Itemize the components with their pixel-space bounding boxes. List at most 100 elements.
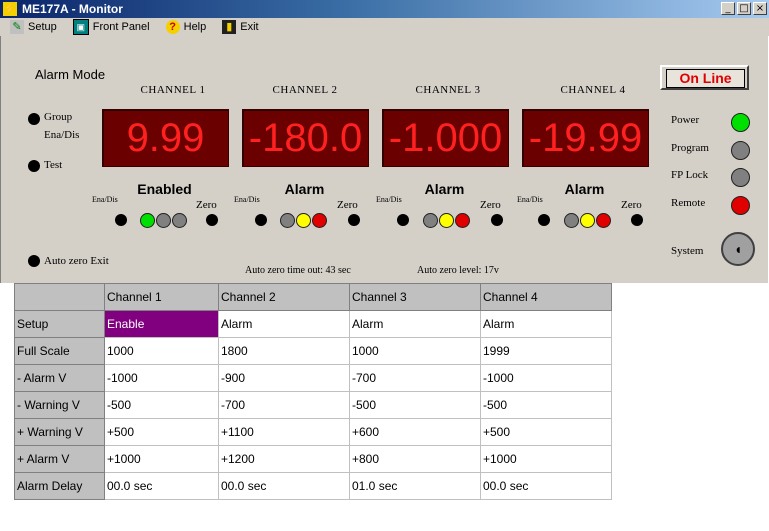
table-cell[interactable]: 1000 (349, 337, 481, 365)
table-row: Full Scale 1000 1800 1000 1999 (14, 337, 612, 365)
channel-settings-area: Channel 1 Channel 2 Channel 3 Channel 4 … (0, 283, 769, 531)
remote-led (731, 196, 750, 215)
row-header[interactable]: Setup (14, 310, 105, 338)
menu-bar: ✎ Setup ▣ Front Panel ? Help ▮ Exit (0, 18, 769, 36)
table-cell[interactable]: 1800 (218, 337, 350, 365)
channel-3-zero-button[interactable] (491, 214, 503, 226)
table-cell[interactable]: Alarm (480, 310, 612, 338)
test-button[interactable] (28, 160, 40, 172)
front-panel: Alarm Mode CHANNEL 1 CHANNEL 2 CHANNEL 3… (0, 36, 768, 283)
auto-zero-level: Auto zero level: 17v (417, 265, 499, 276)
channel-2-display: -180.0 (242, 109, 369, 167)
column-header[interactable]: Channel 3 (349, 283, 481, 311)
channel-4-led-2 (580, 213, 595, 228)
help-icon: ? (165, 20, 180, 34)
menu-front-panel-label: Front Panel (92, 21, 150, 33)
table-cell[interactable]: -700 (218, 391, 350, 419)
row-header[interactable]: + Warning V (14, 418, 105, 446)
table-cell[interactable]: +600 (349, 418, 481, 446)
row-header[interactable]: Full Scale (14, 337, 105, 365)
maximize-button[interactable]: □ (737, 2, 751, 15)
channel-3-ena-dis-button[interactable] (397, 214, 409, 226)
channel-2-zero-button[interactable] (348, 214, 360, 226)
group-ena-dis-button[interactable] (28, 113, 40, 125)
table-cell[interactable]: +1100 (218, 418, 350, 446)
channel-4-zero-label: Zero (621, 199, 642, 211)
minimize-button[interactable]: _ (721, 2, 735, 15)
online-button[interactable]: On Line (660, 65, 749, 90)
menu-exit-label: Exit (240, 21, 259, 33)
channel-1-zero-label: Zero (196, 199, 217, 211)
table-corner-header (14, 283, 105, 311)
table-cell[interactable]: +1200 (218, 445, 350, 473)
table-cell[interactable]: 1999 (480, 337, 612, 365)
ena-dis-label: Ena/Dis (44, 129, 80, 141)
channel-2-zero-label: Zero (337, 199, 358, 211)
channel-2-ena-dis-button[interactable] (255, 214, 267, 226)
channel-2-ena-dis-label: Ena/Dis (234, 195, 260, 204)
table-cell[interactable]: -500 (349, 391, 481, 419)
row-header[interactable]: + Alarm V (14, 445, 105, 473)
menu-setup[interactable]: ✎ Setup (10, 20, 57, 34)
table-header-row: Channel 1 Channel 2 Channel 3 Channel 4 (14, 283, 612, 311)
channel-2-header: CHANNEL 2 (272, 84, 338, 96)
table-cell[interactable]: Enable (104, 310, 219, 338)
table-cell[interactable]: 00.0 sec (104, 472, 219, 500)
row-header[interactable]: - Alarm V (14, 364, 105, 392)
channel-3-display: -1.000 (382, 109, 509, 167)
program-label: Program (671, 142, 709, 154)
fp-lock-label: FP Lock (671, 169, 709, 181)
menu-exit[interactable]: ▮ Exit (222, 20, 259, 34)
channel-2-led-2 (296, 213, 311, 228)
window-controls: _ □ × (719, 2, 767, 15)
table-cell[interactable]: +1000 (480, 445, 612, 473)
table-cell[interactable]: Alarm (349, 310, 481, 338)
table-row: + Warning V +500 +1100 +600 +500 (14, 418, 612, 446)
column-header[interactable]: Channel 1 (104, 283, 219, 311)
menu-setup-label: Setup (28, 21, 57, 33)
row-header[interactable]: Alarm Delay (14, 472, 105, 500)
table-cell[interactable]: +1000 (104, 445, 219, 473)
column-header[interactable]: Channel 2 (218, 283, 350, 311)
system-label: System (671, 245, 704, 257)
table-cell[interactable]: +500 (480, 418, 612, 446)
table-cell[interactable]: -1000 (480, 364, 612, 392)
table-cell[interactable]: +500 (104, 418, 219, 446)
channel-1-ena-dis-button[interactable] (115, 214, 127, 226)
channel-4-led-1 (564, 213, 579, 228)
table-cell[interactable]: +800 (349, 445, 481, 473)
table-cell[interactable]: 1000 (104, 337, 219, 365)
table-cell[interactable]: 01.0 sec (349, 472, 481, 500)
alarm-mode-label: Alarm Mode (35, 67, 106, 82)
front-panel-icon: ▣ (72, 19, 89, 35)
channel-3-ena-dis-label: Ena/Dis (376, 195, 402, 204)
fp-lock-led (731, 168, 750, 187)
table-cell[interactable]: -700 (349, 364, 481, 392)
table-cell[interactable]: -1000 (104, 364, 219, 392)
channel-4-led-3 (596, 213, 611, 228)
remote-label: Remote (671, 197, 706, 209)
table-cell[interactable]: -900 (218, 364, 350, 392)
channel-1-header: CHANNEL 1 (140, 84, 206, 96)
auto-zero-exit-button[interactable] (28, 255, 40, 267)
channel-1-zero-button[interactable] (206, 214, 218, 226)
close-button[interactable]: × (753, 2, 767, 15)
menu-help[interactable]: ? Help (165, 20, 206, 34)
channel-3-led-3 (455, 213, 470, 228)
channel-1-state: Enabled (137, 181, 192, 197)
table-cell[interactable]: -500 (104, 391, 219, 419)
test-label: Test (44, 159, 63, 171)
online-button-label: On Line (666, 69, 745, 88)
table-row: Setup Enable Alarm Alarm Alarm (14, 310, 612, 338)
table-cell[interactable]: 00.0 sec (480, 472, 612, 500)
menu-front-panel[interactable]: ▣ Front Panel (72, 19, 150, 35)
channel-4-ena-dis-button[interactable] (538, 214, 550, 226)
row-header[interactable]: - Warning V (14, 391, 105, 419)
column-header[interactable]: Channel 4 (480, 283, 612, 311)
group-label: Group (44, 111, 73, 123)
table-cell[interactable]: 00.0 sec (218, 472, 350, 500)
system-button[interactable]: ◖ (721, 232, 755, 266)
table-cell[interactable]: -500 (480, 391, 612, 419)
channel-4-zero-button[interactable] (631, 214, 643, 226)
table-cell[interactable]: Alarm (218, 310, 350, 338)
